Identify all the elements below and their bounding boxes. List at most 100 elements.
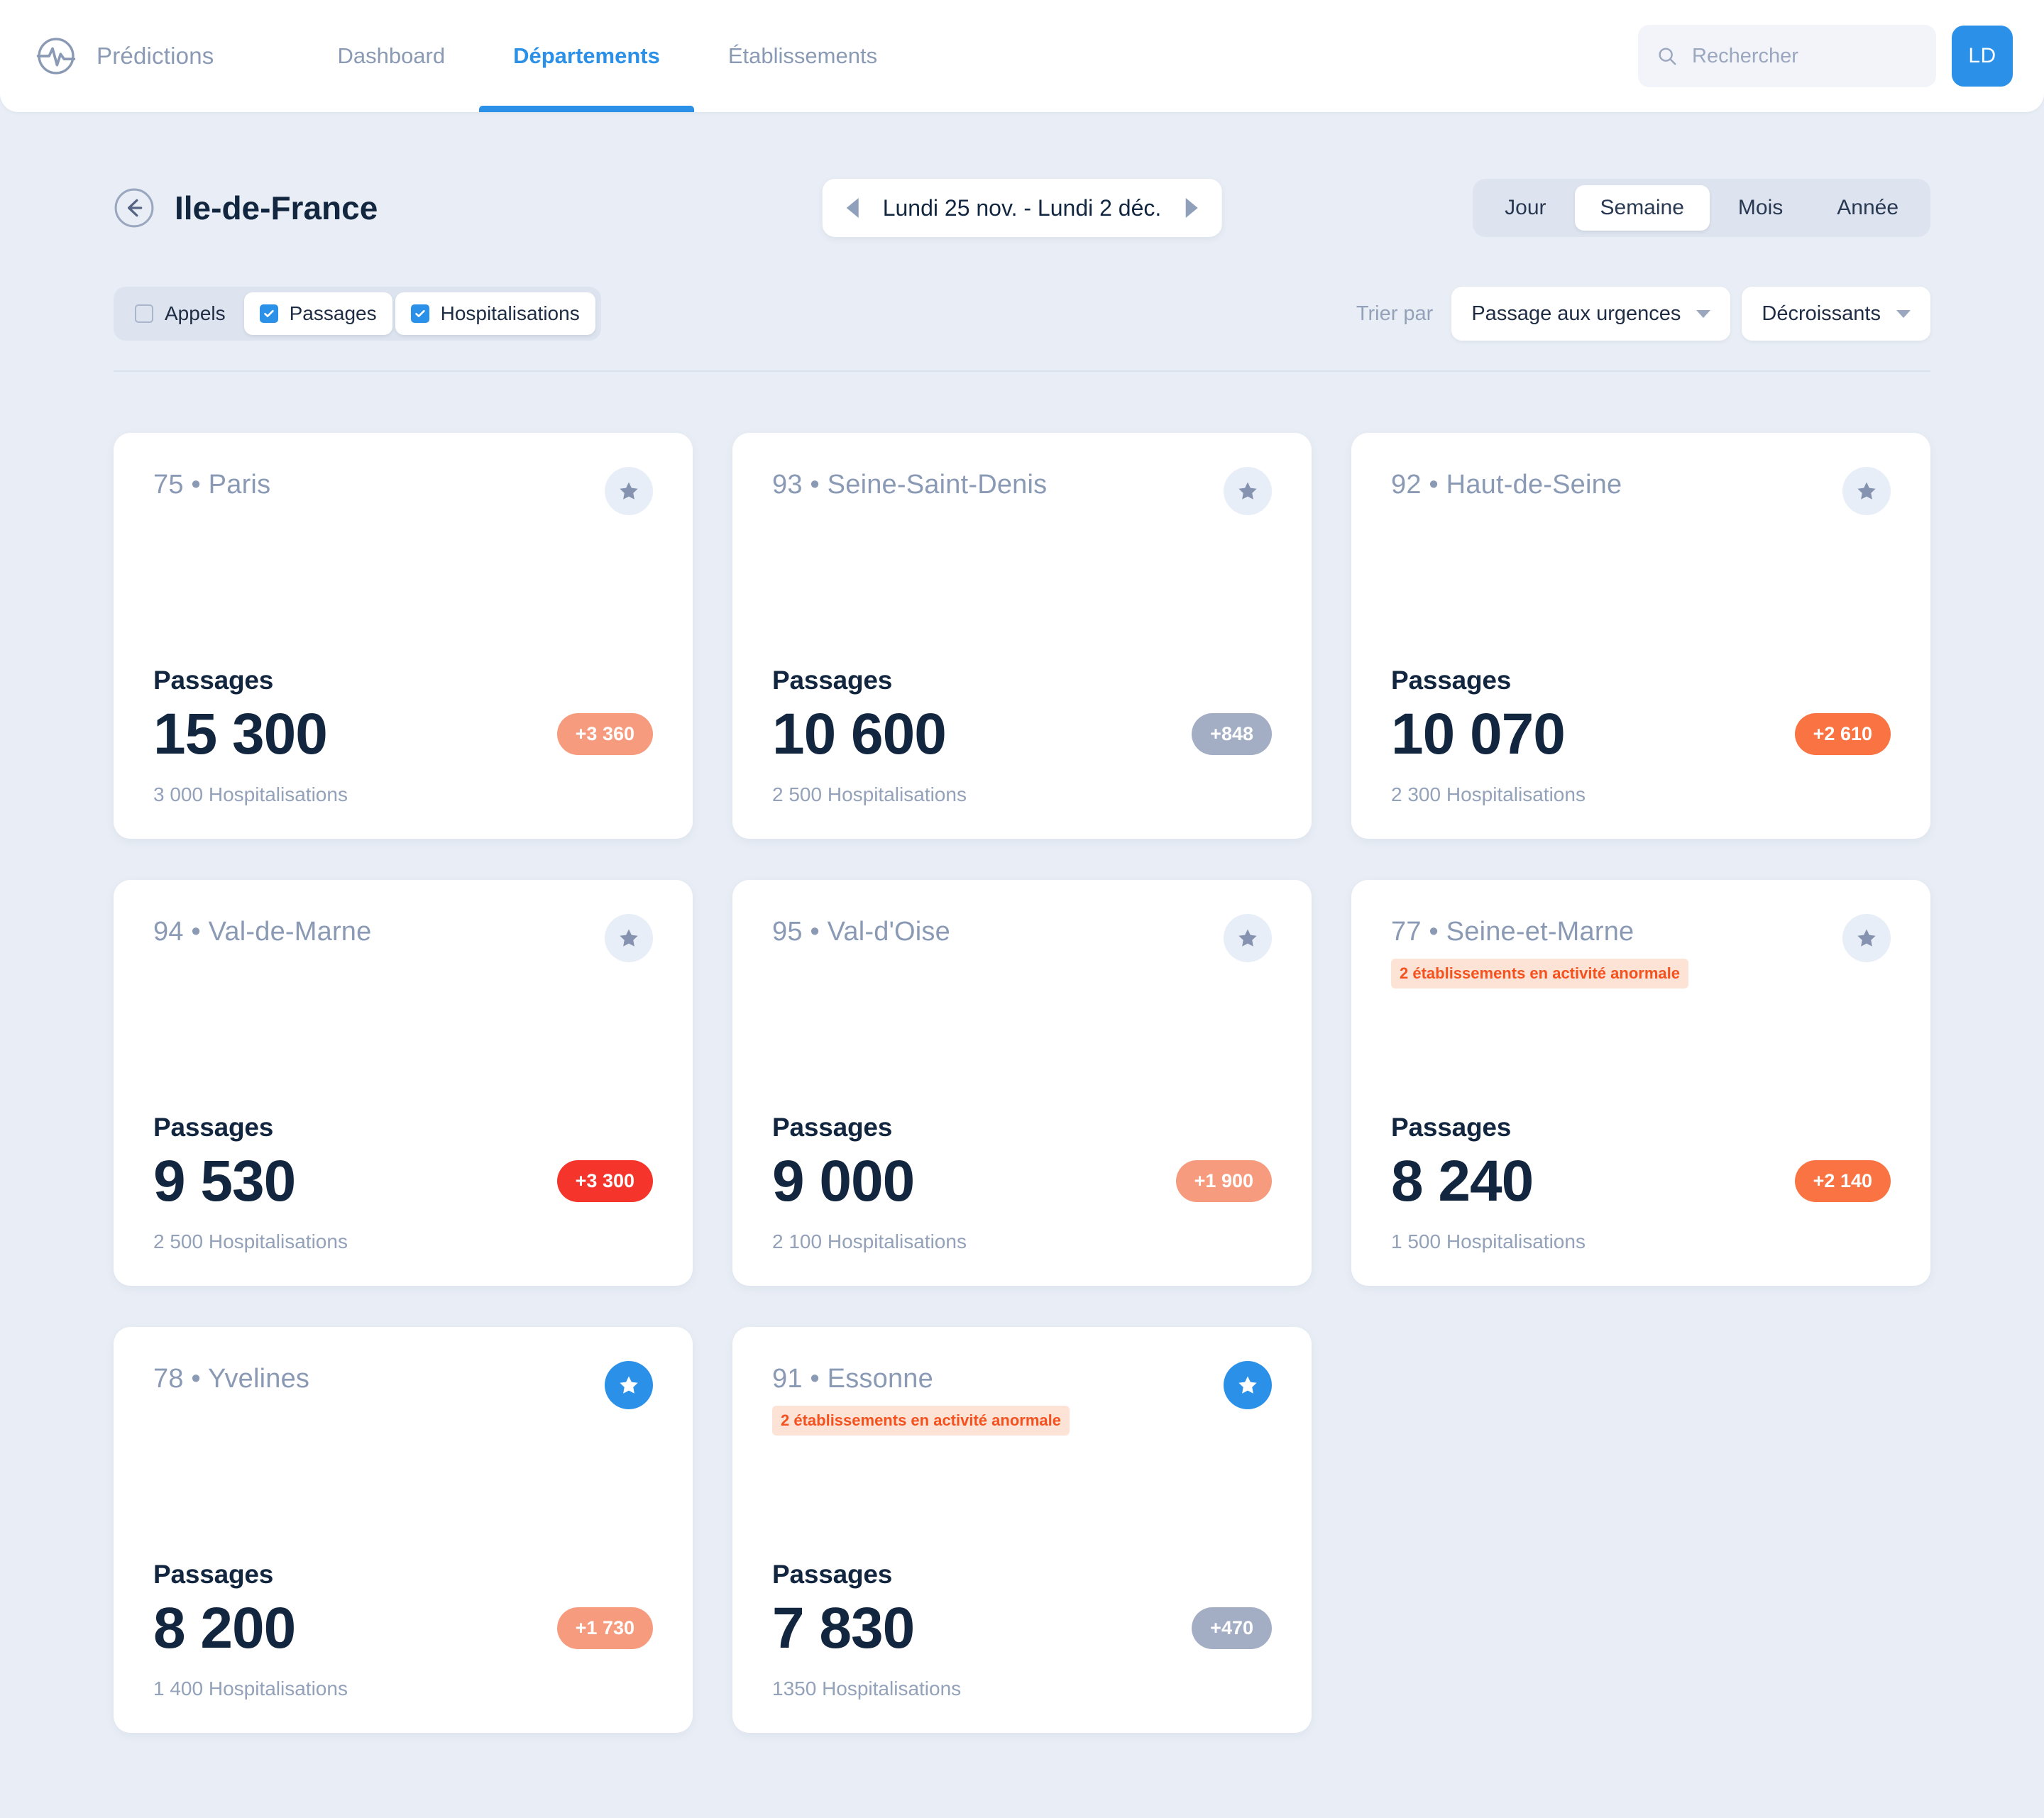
card-title-block: 77 • Seine-et-Marne 2 établissements en a…	[1391, 917, 1688, 988]
sort-field-value: Passage aux urgences	[1471, 302, 1681, 325]
metric-row: 9 530 +3 300	[153, 1148, 653, 1215]
favorite-star-button[interactable]	[605, 467, 653, 515]
card-title-block: 95 • Val-d'Oise	[772, 917, 950, 947]
star-icon	[1857, 929, 1876, 947]
favorite-star-button[interactable]	[1842, 467, 1891, 515]
sort-by-label: Trier par	[1356, 302, 1434, 325]
metric-value: 10 600	[772, 701, 947, 766]
granularity-mois[interactable]: Mois	[1713, 185, 1808, 231]
page-header-row: Ile-de-France Lundi 25 nov. - Lundi 2 dé…	[114, 162, 1930, 254]
search-input[interactable]	[1692, 44, 1918, 68]
card-title-block: 94 • Val-de-Marne	[153, 917, 371, 947]
metric-value: 9 000	[772, 1148, 915, 1213]
department-card[interactable]: 77 • Seine-et-Marne 2 établissements en a…	[1351, 880, 1930, 1286]
granularity-jour[interactable]: Jour	[1479, 185, 1571, 231]
favorite-star-button[interactable]	[1224, 467, 1272, 515]
star-icon	[620, 1376, 638, 1394]
checkbox-hospitalisations[interactable]	[410, 304, 429, 323]
department-name: 94 • Val-de-Marne	[153, 917, 372, 947]
metric-label: Passages	[1391, 665, 1512, 695]
department-card-grid: 75 • Paris Passages 15 300 +3 360 3 000 Hosp…	[114, 433, 1930, 1818]
star-icon	[1238, 929, 1257, 947]
metric-value: 7 830	[772, 1595, 915, 1660]
filter-chip-passages[interactable]: Passages	[243, 292, 392, 335]
page-content: Ile-de-France Lundi 25 nov. - Lundi 2 dé…	[0, 162, 2044, 1818]
sub-metric: 3 000 Hospitalisations	[153, 783, 348, 805]
granularity-semaine[interactable]: Semaine	[1574, 185, 1710, 231]
department-card[interactable]: 93 • Seine-Saint-Denis Passages 10 600 +848…	[732, 433, 1312, 839]
checkbox-passages[interactable]	[259, 304, 278, 323]
metric-row: 10 600 +848	[772, 701, 1272, 768]
filter-chip-hospitalisations[interactable]: Hospitalisations	[395, 292, 595, 335]
department-name: 78 • Yvelines	[153, 1364, 310, 1394]
favorite-star-button[interactable]	[1224, 914, 1272, 962]
department-name: 77 • Seine-et-Marne	[1391, 917, 1634, 947]
sort-direction-value: Décroissants	[1762, 302, 1881, 325]
sub-metric: 1 400 Hospitalisations	[153, 1677, 348, 1699]
department-card[interactable]: 92 • Haut-de-Seine Passages 10 070 +2 610 2 …	[1351, 433, 1930, 839]
card-body: Passages 8 240 +2 140 1 500 Hospitalisation…	[1391, 1113, 1891, 1253]
sub-metric: 2 500 Hospitalisations	[153, 1230, 348, 1252]
next-period-button[interactable]	[1185, 198, 1198, 218]
card-body: Passages 10 600 +848 2 500 Hospitalisations	[772, 666, 1272, 806]
top-bar-right: LD	[1638, 25, 2013, 87]
sub-metric: 2 300 Hospitalisations	[1391, 783, 1586, 805]
filter-chip-appels[interactable]: Appels	[119, 292, 241, 335]
pulse-circle-icon	[36, 38, 76, 75]
department-name: 75 • Paris	[153, 470, 271, 500]
delta-badge: +2 610	[1794, 713, 1891, 756]
card-body: Passages 9 000 +1 900 2 100 Hospitalisation…	[772, 1113, 1272, 1253]
favorite-star-button[interactable]	[605, 1361, 653, 1409]
chevron-down-icon	[1696, 309, 1711, 318]
card-body: Passages 15 300 +3 360 3 000 Hospitalisatio…	[153, 666, 653, 806]
nav-tab-etablissements[interactable]: Établissements	[694, 0, 911, 112]
delta-badge: +470	[1192, 1607, 1272, 1650]
department-name: 91 • Essonne	[772, 1364, 933, 1394]
metric-row: 15 300 +3 360	[153, 701, 653, 768]
delta-badge: +2 140	[1794, 1160, 1891, 1203]
department-card[interactable]: 95 • Val-d'Oise Passages 9 000 +1 900 2 100 …	[732, 880, 1312, 1286]
checkbox-appels[interactable]	[135, 304, 153, 323]
metric-filter-group: Appels Passages Hospitalisations	[114, 287, 601, 341]
abnormal-activity-tag: 2 établissements en activité anormale	[772, 1406, 1070, 1436]
metric-value: 8 200	[153, 1595, 296, 1660]
department-card[interactable]: 75 • Paris Passages 15 300 +3 360 3 000 Hosp…	[114, 433, 693, 839]
sort-direction-select[interactable]: Décroissants	[1742, 287, 1930, 341]
card-body: Passages 8 200 +1 730 1 400 Hospitalisation…	[153, 1560, 653, 1700]
star-icon	[620, 929, 638, 947]
card-title-block: 78 • Yvelines	[153, 1364, 309, 1394]
filter-chip-appels-label: Appels	[165, 302, 226, 324]
favorite-star-button[interactable]	[1842, 914, 1891, 962]
granularity-annee[interactable]: Année	[1811, 185, 1924, 231]
department-card[interactable]: 78 • Yvelines Passages 8 200 +1 730 1 400 Ho…	[114, 1327, 693, 1733]
nav-tab-departements[interactable]: Départements	[479, 0, 694, 112]
previous-period-button[interactable]	[846, 198, 859, 218]
delta-badge: +3 300	[556, 1160, 653, 1203]
search-box[interactable]	[1638, 25, 1936, 87]
user-avatar[interactable]: LD	[1952, 26, 2013, 87]
metric-value: 15 300	[153, 701, 328, 766]
brand[interactable]: Prédictions	[34, 34, 214, 78]
sort-field-select[interactable]: Passage aux urgences	[1451, 287, 1731, 341]
metric-row: 8 200 +1 730	[153, 1595, 653, 1662]
back-button[interactable]	[114, 187, 155, 228]
card-header: 93 • Seine-Saint-Denis	[772, 467, 1272, 515]
favorite-star-button[interactable]	[605, 914, 653, 962]
department-card[interactable]: 91 • Essonne 2 établissements en activité…	[732, 1327, 1312, 1733]
star-icon	[620, 482, 638, 500]
department-name: 92 • Haut-de-Seine	[1391, 470, 1622, 500]
sort-controls: Trier par Passage aux urgences Décroissa…	[1356, 287, 1930, 341]
favorite-star-button[interactable]	[1224, 1361, 1272, 1409]
filter-chip-passages-label: Passages	[289, 302, 377, 324]
delta-badge: +1 730	[556, 1607, 653, 1650]
nav-tab-dashboard[interactable]: Dashboard	[303, 0, 479, 112]
card-title-block: 91 • Essonne 2 établissements en activité…	[772, 1364, 1070, 1436]
filter-row: Appels Passages Hospitalisations Trier p…	[114, 287, 1930, 372]
card-header: 75 • Paris	[153, 467, 653, 515]
top-navigation-bar: Prédictions Dashboard Départements Établ…	[0, 0, 2044, 112]
abnormal-activity-tag: 2 établissements en activité anormale	[1391, 959, 1688, 988]
department-card[interactable]: 94 • Val-de-Marne Passages 9 530 +3 300 2 50…	[114, 880, 693, 1286]
metric-value: 8 240	[1391, 1148, 1534, 1213]
metric-row: 10 070 +2 610	[1391, 701, 1891, 768]
star-icon	[1238, 1376, 1257, 1394]
